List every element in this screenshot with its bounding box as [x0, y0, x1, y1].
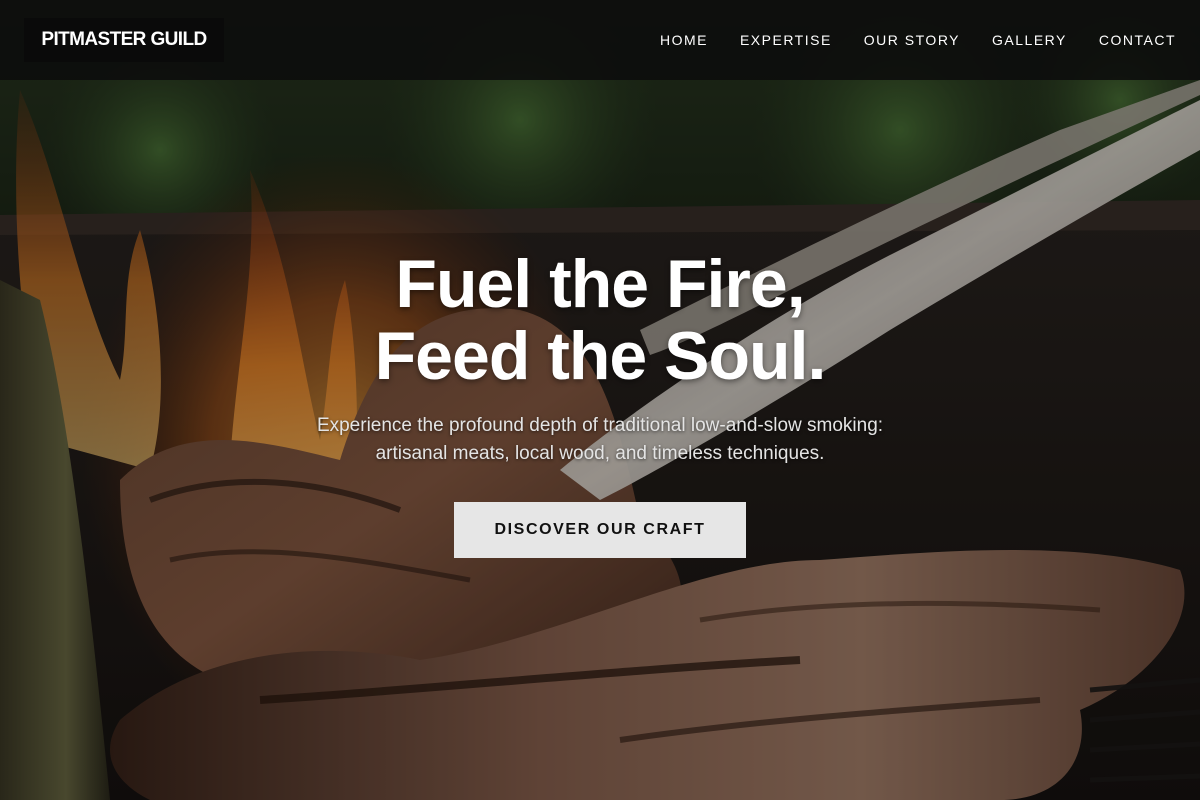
hero-headline: Fuel the Fire, Feed the Soul.	[0, 248, 1200, 392]
hero-headline-line1: Fuel the Fire,	[395, 246, 805, 322]
hero-section: PITMASTER GUILD HOME EXPERTISE OUR STORY…	[0, 0, 1200, 800]
hero-subtitle-line1: Experience the profound depth of traditi…	[316, 415, 884, 436]
brand-logo[interactable]: PITMASTER GUILD	[24, 18, 224, 62]
nav-link-our-story[interactable]: OUR STORY	[864, 32, 960, 48]
hero-content: Fuel the Fire, Feed the Soul. Experience…	[0, 248, 1200, 558]
discover-craft-button[interactable]: DISCOVER OUR CRAFT	[454, 502, 746, 558]
nav-menu: HOME EXPERTISE OUR STORY GALLERY CONTACT	[660, 0, 1176, 80]
nav-link-expertise[interactable]: EXPERTISE	[740, 32, 832, 48]
hero-subtitle: Experience the profound depth of traditi…	[280, 412, 920, 468]
hero-subtitle-line2: artisanal meats, local wood, and timeles…	[375, 443, 825, 464]
nav-link-contact[interactable]: CONTACT	[1099, 32, 1176, 48]
nav-link-gallery[interactable]: GALLERY	[992, 32, 1067, 48]
hero-headline-line2: Feed the Soul.	[374, 318, 827, 394]
top-navbar: PITMASTER GUILD HOME EXPERTISE OUR STORY…	[0, 0, 1200, 80]
nav-link-home[interactable]: HOME	[660, 32, 708, 48]
